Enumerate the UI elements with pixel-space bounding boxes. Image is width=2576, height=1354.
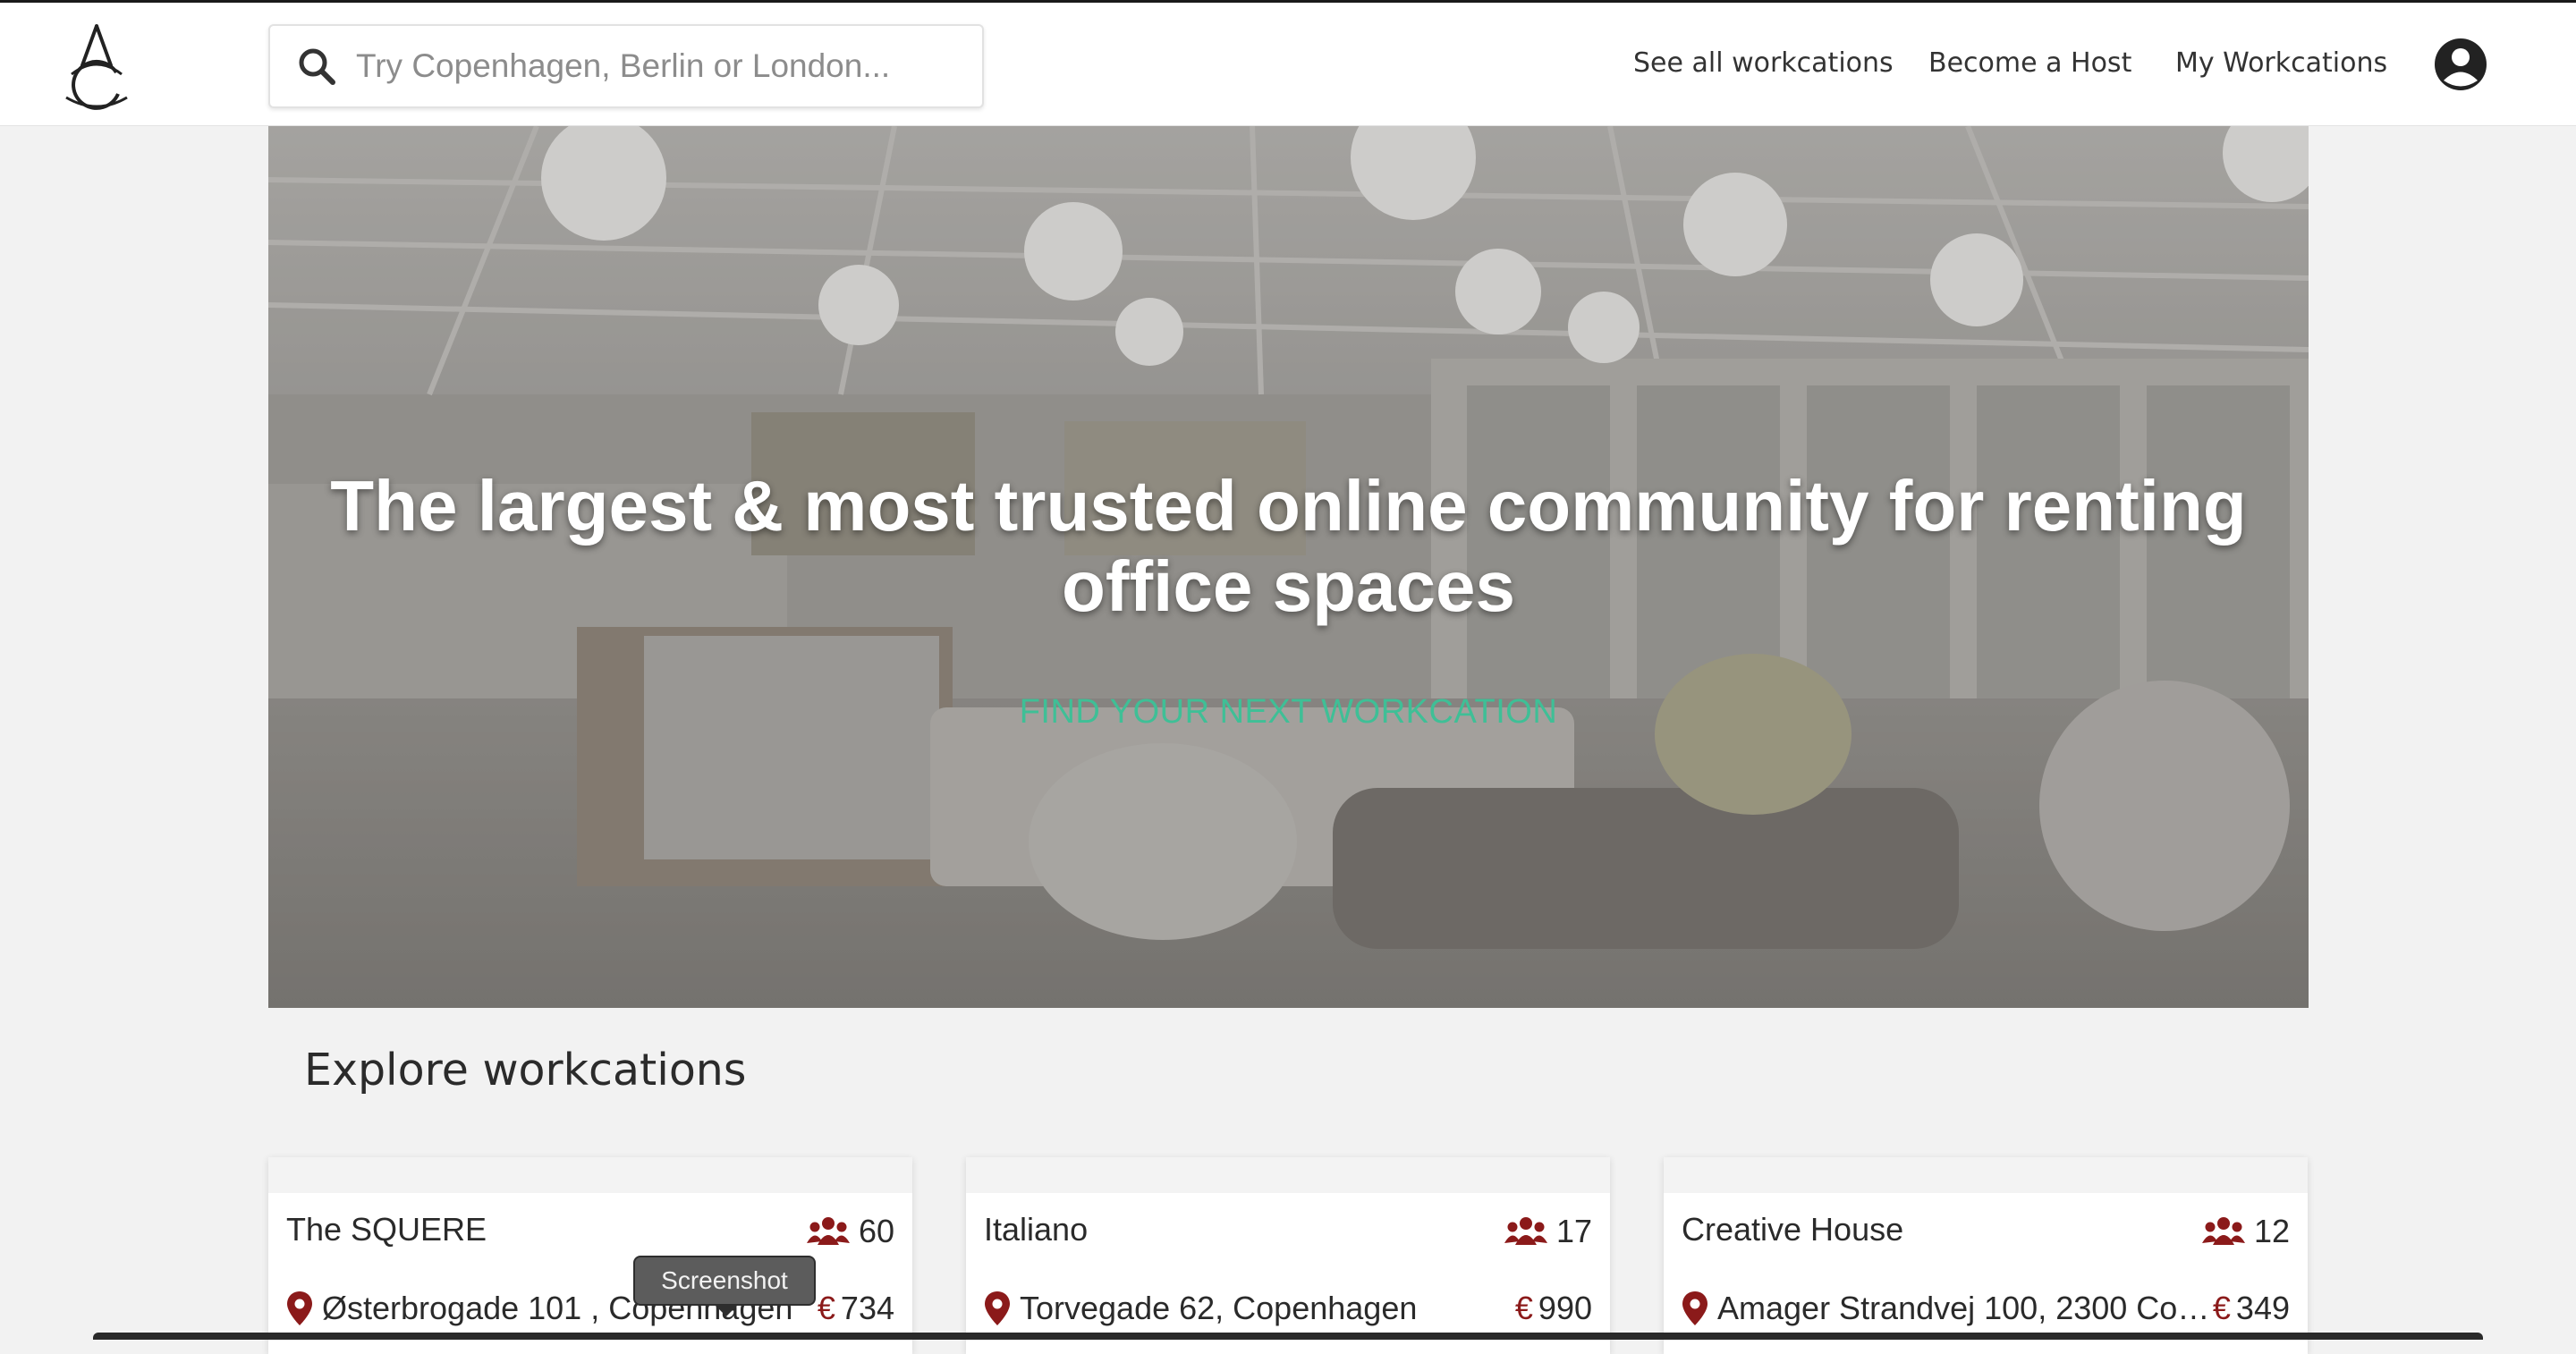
users-icon <box>806 1217 850 1245</box>
currency-symbol: € <box>817 1290 835 1326</box>
card-price: €990 <box>1509 1290 1592 1327</box>
card-image-area <box>268 1157 912 1193</box>
price-value: 349 <box>2235 1290 2290 1326</box>
search-icon <box>299 48 335 85</box>
card-image-area <box>1664 1157 2308 1193</box>
address-text: Torvegade 62, Copenhagen <box>1020 1290 1418 1326</box>
tooltip-arrow <box>714 1304 739 1316</box>
currency-symbol: € <box>2212 1290 2231 1326</box>
card-address: Torvegade 62, Copenhagen <box>984 1290 1417 1327</box>
map-marker-icon <box>985 1291 1010 1325</box>
search-input[interactable] <box>356 47 964 85</box>
workcation-card[interactable]: Italiano 17 Torvegade 62, Copenhagen €99… <box>966 1157 1610 1354</box>
workcation-card[interactable]: Creative House 12 Amager Strandvej 100, … <box>1664 1157 2308 1354</box>
screenshot-tooltip: Screenshot <box>633 1256 816 1306</box>
search-box[interactable] <box>268 24 984 108</box>
card-title: Creative House <box>1682 1211 1904 1248</box>
section-title: Explore workcations <box>304 1045 747 1096</box>
card-address: Amager Strandvej 100, 2300 Co… <box>1682 1290 2209 1327</box>
card-price: €349 <box>2207 1290 2290 1327</box>
capacity-count: 12 <box>2253 1213 2290 1249</box>
nav-see-all-workcations[interactable]: See all workcations <box>1633 47 1894 79</box>
card-price: €734 <box>811 1290 894 1327</box>
card-image-area <box>966 1157 1610 1193</box>
map-marker-icon <box>1682 1291 1707 1325</box>
card-capacity: 12 <box>2201 1213 2290 1250</box>
card-capacity: 17 <box>1504 1213 1592 1250</box>
address-text: Amager Strandvej 100, 2300 Co… <box>1717 1290 2210 1326</box>
workcation-card[interactable]: The SQUERE 60 Østerbrogade 101 , Copenha… <box>268 1157 912 1354</box>
hero-title: The largest & most trusted online commun… <box>330 466 2247 626</box>
price-value: 734 <box>840 1290 894 1326</box>
dock-edge <box>93 1333 2483 1340</box>
users-icon <box>2201 1217 2245 1245</box>
capacity-count: 60 <box>858 1213 894 1249</box>
card-capacity: 60 <box>806 1213 894 1250</box>
capacity-count: 17 <box>1555 1213 1592 1249</box>
nav-become-a-host[interactable]: Become a Host <box>1928 47 2131 79</box>
find-workcation-link[interactable]: FIND YOUR NEXT WORKCATION <box>268 693 2309 732</box>
card-title: The SQUERE <box>286 1211 487 1248</box>
account-icon[interactable] <box>2433 37 2488 92</box>
currency-symbol: € <box>1514 1290 1533 1326</box>
price-value: 990 <box>1538 1290 1592 1326</box>
users-icon <box>1504 1217 1547 1245</box>
map-marker-icon <box>287 1291 312 1325</box>
nav-my-workcations[interactable]: My Workcations <box>2175 47 2387 79</box>
card-title: Italiano <box>984 1211 1089 1248</box>
navbar: See all workcations Become a Host My Wor… <box>0 3 2576 126</box>
hero-banner: The largest & most trusted online commun… <box>268 126 2309 1008</box>
logo-icon[interactable] <box>57 22 136 110</box>
